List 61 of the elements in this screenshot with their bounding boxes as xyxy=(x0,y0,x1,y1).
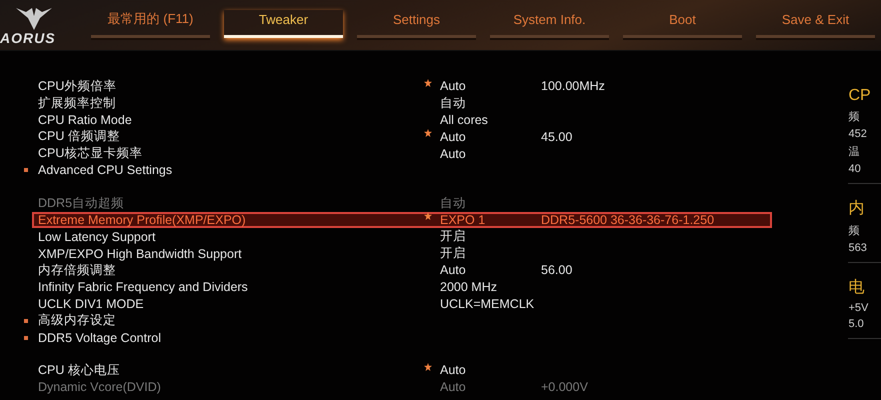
setting-value: All cores xyxy=(440,113,489,127)
star-icon xyxy=(424,212,432,220)
monitor-text: 5.0 xyxy=(848,318,865,330)
setting-reading: DDR5-5600 36-36-36-76-1.250 xyxy=(541,212,714,227)
menu-tab[interactable]: 最常用的 (F11) xyxy=(91,10,210,38)
star-icon xyxy=(424,78,432,87)
monitor-text: 频 xyxy=(848,110,860,124)
setting-value: 开启 xyxy=(440,228,467,246)
setting-value: 自动 xyxy=(440,194,467,212)
setting-label[interactable]: CPU 倍频调整 xyxy=(38,128,424,146)
setting-label[interactable]: CPU 核心电压 xyxy=(38,362,424,379)
selected-setting-row[interactable]: Extreme Memory Profile(XMP/EXPO) EXPO 1 DDR5-5600 36-36-36-76-1.250 xyxy=(32,212,772,228)
setting-label[interactable]: 扩展频率控制 xyxy=(38,94,424,112)
setting-reading: 56.00 xyxy=(541,263,572,278)
menu-tab[interactable]: Boot xyxy=(623,10,742,38)
monitor-text: 频 xyxy=(848,224,860,238)
monitor-text: 40 xyxy=(848,163,862,175)
submenu-item[interactable]: Advanced CPU Settings xyxy=(38,163,172,178)
monitor-text: 温 xyxy=(848,145,860,159)
submenu-bullet-icon xyxy=(24,336,28,340)
setting-value: Auto xyxy=(440,79,467,94)
setting-value: UCLK=MEMCLK xyxy=(440,296,536,311)
setting-label: Extreme Memory Profile(XMP/EXPO) xyxy=(38,212,247,227)
setting-value: EXPO 1 xyxy=(440,212,486,227)
menu-tab[interactable]: Settings xyxy=(357,10,476,38)
setting-reading: 45.00 xyxy=(541,130,572,144)
submenu-item[interactable]: 高级内存设定 xyxy=(38,312,116,330)
monitor-heading: 内 xyxy=(848,198,866,219)
menu-tab[interactable]: Save & Exit xyxy=(756,10,875,38)
setting-value: 自动 xyxy=(440,94,467,112)
menu-tab[interactable]: System Info. xyxy=(490,10,609,38)
setting-value: Auto xyxy=(440,380,467,394)
setting-label[interactable]: Infinity Fabric Frequency and Dividers xyxy=(38,280,424,294)
submenu-item[interactable]: DDR5 Voltage Control xyxy=(38,330,161,345)
monitor-heading: 电 xyxy=(848,278,866,298)
setting-value: 2000 MHz xyxy=(440,280,498,294)
monitor-text: 452 xyxy=(848,128,868,140)
setting-value: Auto xyxy=(440,363,467,378)
brand-logo-text: AORUS xyxy=(0,30,56,46)
menu-tab[interactable]: Tweaker xyxy=(224,10,343,38)
submenu-bullet-icon xyxy=(24,318,28,323)
setting-value: Auto xyxy=(440,263,467,278)
setting-label[interactable]: UCLK DIV1 MODE xyxy=(38,296,424,311)
monitor-heading: CP xyxy=(848,87,872,105)
setting-value: Auto xyxy=(440,146,467,161)
setting-value: 开启 xyxy=(440,245,467,262)
setting-label[interactable]: Low Latency Support xyxy=(38,230,424,244)
setting-label[interactable]: CPU Ratio Mode xyxy=(38,113,424,127)
setting-label[interactable]: CPU外频倍率 xyxy=(38,78,424,95)
star-icon xyxy=(424,129,432,138)
monitor-text: 563 xyxy=(848,242,868,254)
monitor-text: +5V xyxy=(848,302,870,314)
submenu-bullet-icon xyxy=(24,168,28,172)
eagle-logo-icon xyxy=(14,8,54,30)
setting-reading: 100.00MHz xyxy=(541,79,605,94)
star-icon xyxy=(424,362,432,371)
setting-label[interactable]: 内存倍频调整 xyxy=(38,262,424,279)
setting-label[interactable]: CPU核芯显卡频率 xyxy=(38,145,424,162)
setting-value: Auto xyxy=(440,130,467,144)
setting-label[interactable]: XMP/EXPO High Bandwidth Support xyxy=(38,246,424,261)
setting-reading: +0.000V xyxy=(541,380,588,394)
